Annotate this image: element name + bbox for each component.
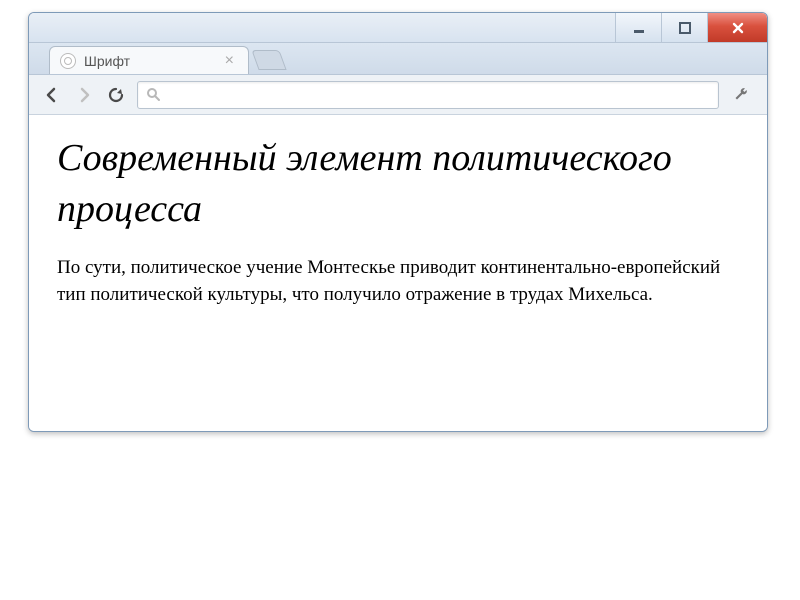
maximize-icon	[678, 21, 692, 35]
window-close-button[interactable]	[707, 13, 767, 42]
url-input[interactable]	[167, 87, 710, 103]
settings-button[interactable]	[729, 82, 755, 108]
page-content: Современный элемент политического процес…	[29, 115, 767, 431]
search-icon	[146, 87, 161, 102]
window-titlebar	[29, 13, 767, 43]
forward-button[interactable]	[73, 84, 95, 106]
reload-button[interactable]	[105, 84, 127, 106]
address-bar[interactable]	[137, 81, 719, 109]
close-icon	[731, 21, 745, 35]
tab-close-button[interactable]: ×	[221, 53, 238, 69]
globe-icon	[60, 53, 76, 69]
minimize-icon	[632, 21, 646, 35]
window-maximize-button[interactable]	[661, 13, 707, 42]
reload-icon	[107, 86, 125, 104]
tab-title: Шрифт	[84, 53, 221, 69]
page-heading: Современный элемент политического процес…	[57, 133, 739, 236]
window-minimize-button[interactable]	[615, 13, 661, 42]
arrow-right-icon	[75, 86, 93, 104]
arrow-left-icon	[43, 86, 61, 104]
tab-strip: Шрифт ×	[29, 43, 767, 75]
back-button[interactable]	[41, 84, 63, 106]
browser-tab[interactable]: Шрифт ×	[49, 46, 249, 74]
page-paragraph: По сути, политическое учение Монтескье п…	[57, 254, 739, 309]
navigation-toolbar	[29, 75, 767, 115]
new-tab-button[interactable]	[251, 50, 286, 70]
wrench-icon	[733, 86, 751, 104]
browser-window: Шрифт × Современн	[28, 12, 768, 432]
